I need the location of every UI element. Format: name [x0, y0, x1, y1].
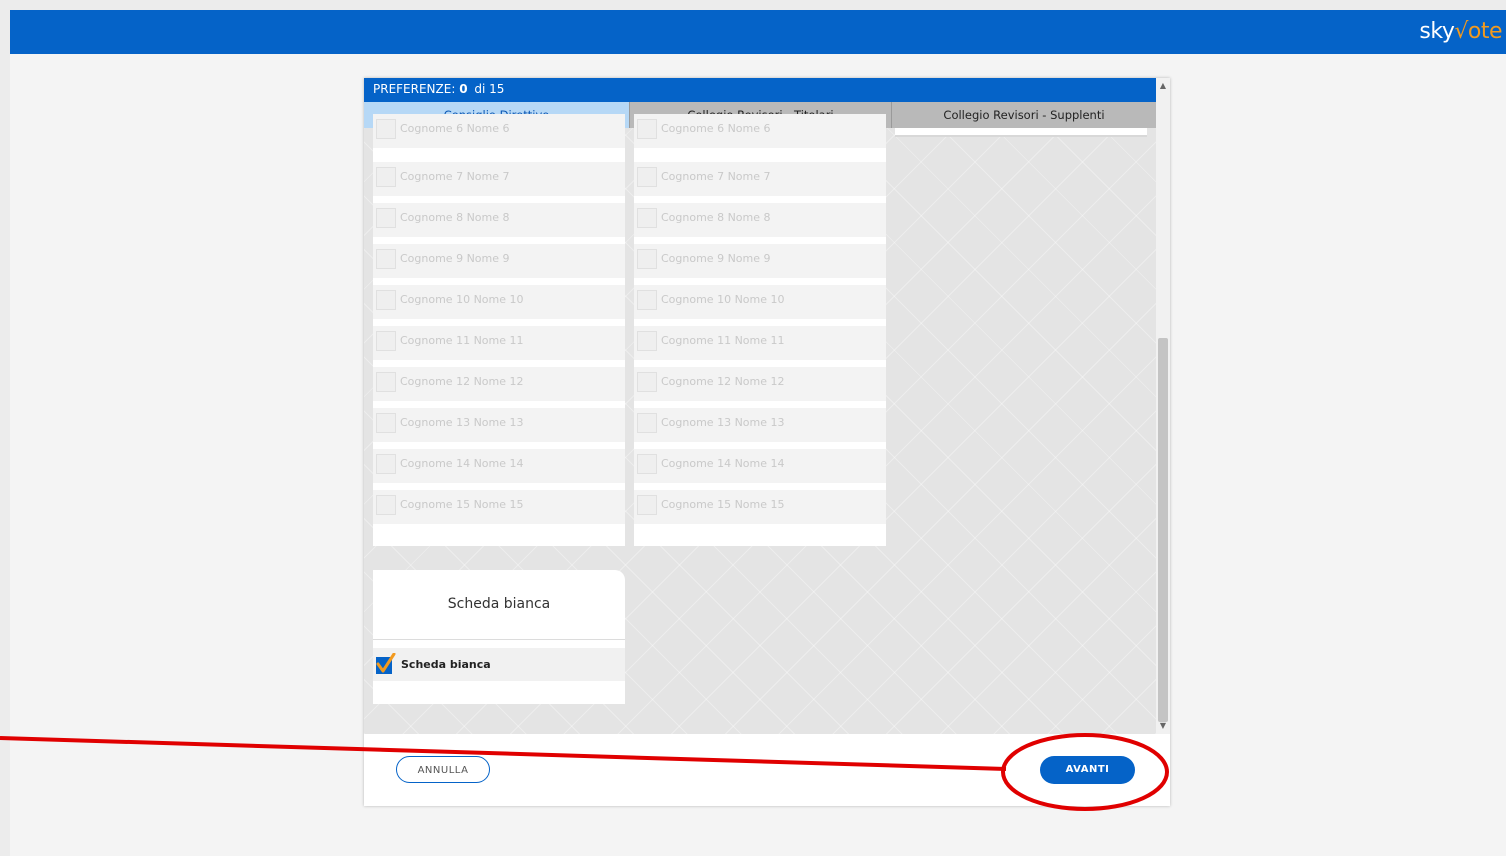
- candidate-name: Cognome 8 Nome 8: [661, 211, 771, 224]
- candidate-checkbox[interactable]: [637, 167, 657, 187]
- blank-ballot-card: Scheda bianca Scheda bianca: [373, 570, 625, 704]
- candidate-row[interactable]: Cognome 10 Nome 10: [634, 285, 886, 319]
- skyvote-logo: sky√ote: [1419, 19, 1502, 44]
- candidate-row[interactable]: Cognome 12 Nome 12: [634, 367, 886, 401]
- blank-ballot-title: Scheda bianca: [447, 596, 551, 612]
- next-button[interactable]: AVANTI: [1040, 756, 1135, 784]
- candidate-name: Cognome 7 Nome 7: [400, 170, 510, 183]
- dialog-footer: ANNULLA AVANTI: [364, 734, 1170, 806]
- candidate-checkbox[interactable]: [376, 331, 396, 351]
- candidate-name: Cognome 14 Nome 14: [400, 457, 524, 470]
- ballot-dialog: PREFERENZE: 0 di 15 Consiglio Direttivo …: [364, 78, 1170, 806]
- preferences-total: di 15: [474, 82, 505, 96]
- candidate-checkbox[interactable]: [637, 331, 657, 351]
- candidate-checkbox[interactable]: [376, 249, 396, 269]
- candidate-row[interactable]: Cognome 8 Nome 8: [373, 203, 625, 237]
- candidate-checkbox[interactable]: [637, 208, 657, 228]
- candidate-checkbox[interactable]: [376, 119, 396, 139]
- candidate-row[interactable]: Cognome 9 Nome 9: [373, 244, 625, 278]
- candidate-checkbox[interactable]: [376, 372, 396, 392]
- candidate-name: Cognome 12 Nome 12: [400, 375, 524, 388]
- candidate-name: Cognome 7 Nome 7: [661, 170, 771, 183]
- candidate-row[interactable]: Cognome 8 Nome 8: [634, 203, 886, 237]
- candidate-row[interactable]: Cognome 15 Nome 15: [634, 490, 886, 524]
- blank-ballot-option-label: Scheda bianca: [401, 658, 491, 671]
- candidate-checkbox[interactable]: [637, 119, 657, 139]
- candidate-name: Cognome 10 Nome 10: [661, 293, 785, 306]
- candidate-name: Cognome 8 Nome 8: [400, 211, 510, 224]
- candidate-name: Cognome 15 Nome 15: [661, 498, 785, 511]
- candidate-checkbox[interactable]: [637, 249, 657, 269]
- candidate-name: Cognome 12 Nome 12: [661, 375, 785, 388]
- candidate-checkbox[interactable]: [637, 413, 657, 433]
- checkmark-icon[interactable]: [376, 652, 396, 675]
- candidate-row[interactable]: Cognome 9 Nome 9: [634, 244, 886, 278]
- candidate-checkbox[interactable]: [376, 495, 396, 515]
- candidate-list-revisori-supplenti: [895, 128, 1147, 137]
- divider: [373, 639, 625, 640]
- candidate-row[interactable]: Cognome 14 Nome 14: [373, 449, 625, 483]
- candidate-name: Cognome 9 Nome 9: [661, 252, 771, 265]
- candidate-row[interactable]: Cognome 11 Nome 11: [373, 326, 625, 360]
- candidate-name: Cognome 11 Nome 11: [661, 334, 785, 347]
- candidate-checkbox[interactable]: [376, 167, 396, 187]
- candidate-row[interactable]: Cognome 10 Nome 10: [373, 285, 625, 319]
- candidate-name: Cognome 6 Nome 6: [400, 122, 510, 135]
- candidate-row[interactable]: Cognome 13 Nome 13: [634, 408, 886, 442]
- candidate-row[interactable]: Cognome 13 Nome 13: [373, 408, 625, 442]
- candidate-name: Cognome 13 Nome 13: [400, 416, 524, 429]
- cancel-button[interactable]: ANNULLA: [396, 756, 490, 783]
- candidate-name: Cognome 6 Nome 6: [661, 122, 771, 135]
- candidate-checkbox[interactable]: [376, 413, 396, 433]
- candidate-row[interactable]: Cognome 6 Nome 6: [373, 114, 625, 148]
- candidate-name: Cognome 14 Nome 14: [661, 457, 785, 470]
- scroll-up-arrow-icon[interactable]: ▲: [1156, 78, 1170, 94]
- candidate-checkbox[interactable]: [637, 372, 657, 392]
- candidate-name: Cognome 10 Nome 10: [400, 293, 524, 306]
- candidate-row[interactable]: Cognome 7 Nome 7: [373, 162, 625, 196]
- scroll-down-arrow-icon[interactable]: ▼: [1156, 718, 1170, 734]
- tab-collegio-revisori-supplenti[interactable]: Collegio Revisori - Supplenti: [892, 102, 1156, 128]
- candidate-checkbox[interactable]: [637, 454, 657, 474]
- candidate-row[interactable]: Cognome 14 Nome 14: [634, 449, 886, 483]
- candidate-list-revisori-titolari: Cognome 6 Nome 6 Cognome 7 Nome 7 Cognom…: [634, 114, 886, 546]
- candidate-name: Cognome 9 Nome 9: [400, 252, 510, 265]
- candidate-row[interactable]: Cognome 12 Nome 12: [373, 367, 625, 401]
- candidate-checkbox[interactable]: [376, 454, 396, 474]
- top-bar: sky√ote: [10, 10, 1506, 54]
- candidate-checkbox[interactable]: [376, 208, 396, 228]
- blank-ballot-option[interactable]: Scheda bianca: [373, 648, 625, 681]
- preferences-label: PREFERENZE:: [373, 82, 456, 96]
- candidate-checkbox[interactable]: [637, 290, 657, 310]
- candidate-row[interactable]: Cognome 11 Nome 11: [634, 326, 886, 360]
- vertical-scrollbar[interactable]: ▲ ▼: [1156, 78, 1170, 734]
- candidate-row[interactable]: Cognome 15 Nome 15: [373, 490, 625, 524]
- candidate-checkbox[interactable]: [637, 495, 657, 515]
- ballot-scroll-area: PREFERENZE: 0 di 15 Consiglio Direttivo …: [364, 78, 1156, 734]
- candidate-row[interactable]: Cognome 6 Nome 6: [634, 114, 886, 148]
- candidate-name: Cognome 13 Nome 13: [661, 416, 785, 429]
- preferences-bar: PREFERENZE: 0 di 15: [364, 78, 1156, 102]
- scrollbar-thumb[interactable]: [1158, 338, 1168, 722]
- preferences-count: 0: [459, 82, 468, 96]
- candidate-list-consiglio-direttivo: Cognome 6 Nome 6 Cognome 7 Nome 7 Cognom…: [373, 114, 625, 546]
- candidate-name: Cognome 15 Nome 15: [400, 498, 524, 511]
- candidate-row[interactable]: Cognome 7 Nome 7: [634, 162, 886, 196]
- candidate-checkbox[interactable]: [376, 290, 396, 310]
- candidate-name: Cognome 11 Nome 11: [400, 334, 524, 347]
